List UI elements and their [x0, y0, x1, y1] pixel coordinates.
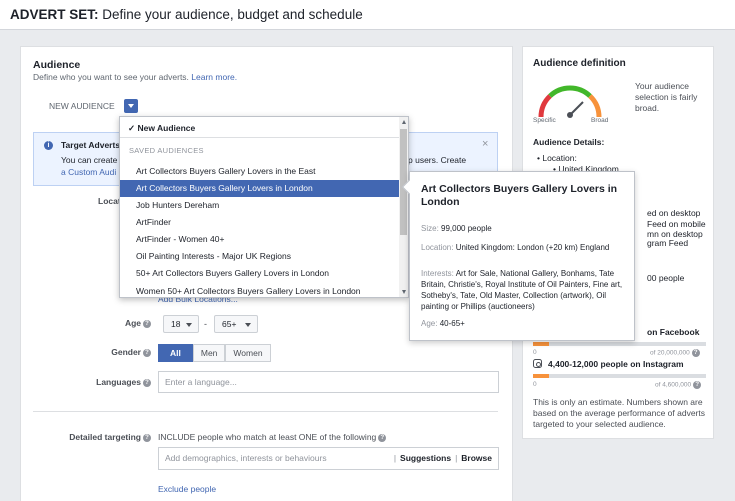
gauge-broad-label: Broad [591, 117, 609, 124]
tooltip-title: Art Collectors Buyers Gallery Lovers in … [421, 183, 618, 208]
custom-audience-link[interactable]: a Custom Audi [61, 167, 116, 177]
saved-audience-item[interactable]: Oil Painting Interests - Major UK Region… [120, 248, 400, 265]
audience-breadth-text: Your audience selection is fairly broad. [635, 81, 698, 113]
suggestions-button[interactable]: Suggestions [400, 453, 451, 463]
instagram-icon [533, 359, 542, 368]
gender-men-button[interactable]: Men [192, 344, 226, 362]
tooltip-size: Size: 99,000 people [421, 224, 492, 233]
chevron-down-icon [245, 323, 251, 327]
instagram-min: 0 [533, 381, 537, 388]
page-header: ADVERT SET: Define your audience, budget… [0, 0, 735, 30]
facebook-reach-text: on Facebook [647, 327, 700, 337]
gender-all-button[interactable]: All [158, 344, 193, 362]
new-audience-option[interactable]: ✓ New Audience [128, 123, 195, 134]
reach-text: 00 people [647, 273, 685, 283]
info-title: Target Adverts [61, 140, 121, 150]
audience-dropdown-toggle[interactable] [124, 99, 138, 113]
audience-subtitle: Define who you want to see your adverts.… [33, 72, 238, 82]
audience-heading: Audience [33, 59, 81, 71]
gauge-pivot [567, 112, 573, 118]
age-min-select[interactable]: 18 [163, 315, 199, 333]
dropdown-scrollbar[interactable] [399, 117, 408, 297]
age-max-select[interactable]: 65+ [214, 315, 258, 333]
age-label: Age? [81, 318, 151, 328]
info-text: You can create [61, 155, 118, 165]
help-icon[interactable]: ? [143, 348, 151, 357]
suggestions-browse: | Suggestions | Browse [393, 453, 492, 463]
gender-toggle: All Men Women [158, 344, 271, 362]
saved-audience-item[interactable]: 50+ Art Collectors Buyers Gallery Lovers… [120, 265, 400, 282]
facebook-reach-fill [533, 342, 549, 346]
audience-size-gauge [538, 85, 602, 118]
help-icon[interactable]: ? [693, 381, 702, 389]
placement-text: Feed on mobile [647, 219, 706, 229]
detailed-targeting-label: Detailed targeting? [31, 432, 151, 442]
detailed-targeting-input[interactable]: Add demographics, interests or behaviour… [158, 447, 499, 470]
audience-definition-heading: Audience definition [533, 58, 626, 69]
placement-text: gram Feed [647, 238, 689, 248]
age-range-dash: - [204, 319, 207, 329]
instagram-max: of 4,600,000? [655, 381, 702, 389]
facebook-max: of 20,000,000? [650, 349, 700, 357]
info-text-end: p users. Create [408, 155, 467, 165]
saved-audiences-dropdown: ✓ New Audience SAVED AUDIENCES Art Colle… [119, 116, 409, 298]
language-input[interactable]: Enter a language... [158, 371, 499, 393]
help-icon[interactable]: ? [143, 319, 151, 328]
gauge-green-arc [548, 85, 592, 98]
page-title: ADVERT SET: Define your audience, budget… [10, 7, 363, 22]
audience-details-heading: Audience Details: [533, 137, 605, 147]
saved-audience-item[interactable]: ArtFinder - Women 40+ [120, 231, 400, 248]
browse-button[interactable]: Browse [461, 453, 492, 463]
saved-audience-item[interactable]: ArtFinder [120, 214, 400, 231]
gauge-specific-label: Specific [533, 117, 556, 124]
gauge-red-arc [538, 94, 552, 118]
gender-women-button[interactable]: Women [225, 344, 271, 362]
facebook-reach-bar [533, 342, 706, 346]
estimate-note: This is only an estimate. Numbers shown … [533, 397, 705, 429]
location-bullet: • Location: [537, 153, 577, 163]
divider [33, 411, 498, 412]
learn-more-link[interactable]: Learn more. [191, 72, 237, 82]
close-icon[interactable]: × [482, 138, 488, 150]
help-icon[interactable]: ? [143, 378, 151, 387]
help-icon[interactable]: ? [143, 433, 151, 442]
help-icon[interactable]: ? [691, 349, 700, 357]
chevron-down-icon [186, 323, 192, 327]
saved-audience-item[interactable]: Job Hunters Dereham [120, 197, 400, 214]
facebook-min: 0 [533, 349, 537, 356]
divider [120, 137, 400, 138]
locations-label: Locat [98, 196, 121, 206]
audience-preview-tooltip: Art Collectors Buyers Gallery Lovers in … [401, 171, 635, 341]
tooltip-location: Location: United Kingdom: London (+20 km… [421, 243, 610, 252]
new-audience-label: NEW AUDIENCE [49, 101, 115, 111]
placement-text: ed on desktop [647, 208, 701, 218]
languages-label: Languages? [61, 377, 151, 387]
saved-audiences-heading: SAVED AUDIENCES [129, 146, 204, 155]
tooltip-age: Age: 40-65+ [421, 319, 465, 328]
info-icon: i [44, 141, 53, 150]
exclude-people-link[interactable]: Exclude people [158, 484, 216, 494]
instagram-reach-bar [533, 374, 706, 378]
saved-audience-item-selected[interactable]: Art Collectors Buyers Gallery Lovers in … [120, 180, 400, 197]
help-icon[interactable]: ? [378, 433, 387, 442]
instagram-reach-text: 4,400-12,000 people on Instagram [548, 359, 684, 369]
instagram-reach-fill [533, 374, 549, 378]
tooltip-interests: Interests: Art for Sale, National Galler… [421, 269, 623, 311]
saved-audience-item[interactable]: Women 50+ Art Collectors Buyers Gallery … [120, 283, 400, 297]
scroll-down-icon[interactable] [402, 290, 406, 294]
gender-label: Gender? [81, 347, 151, 357]
gauge-orange-arc [588, 94, 602, 118]
saved-audience-item[interactable]: Art Collectors Buyers Gallery Lovers in … [120, 163, 400, 180]
include-text: INCLUDE people who match at least ONE of… [158, 432, 387, 442]
scroll-up-icon[interactable] [402, 120, 406, 124]
